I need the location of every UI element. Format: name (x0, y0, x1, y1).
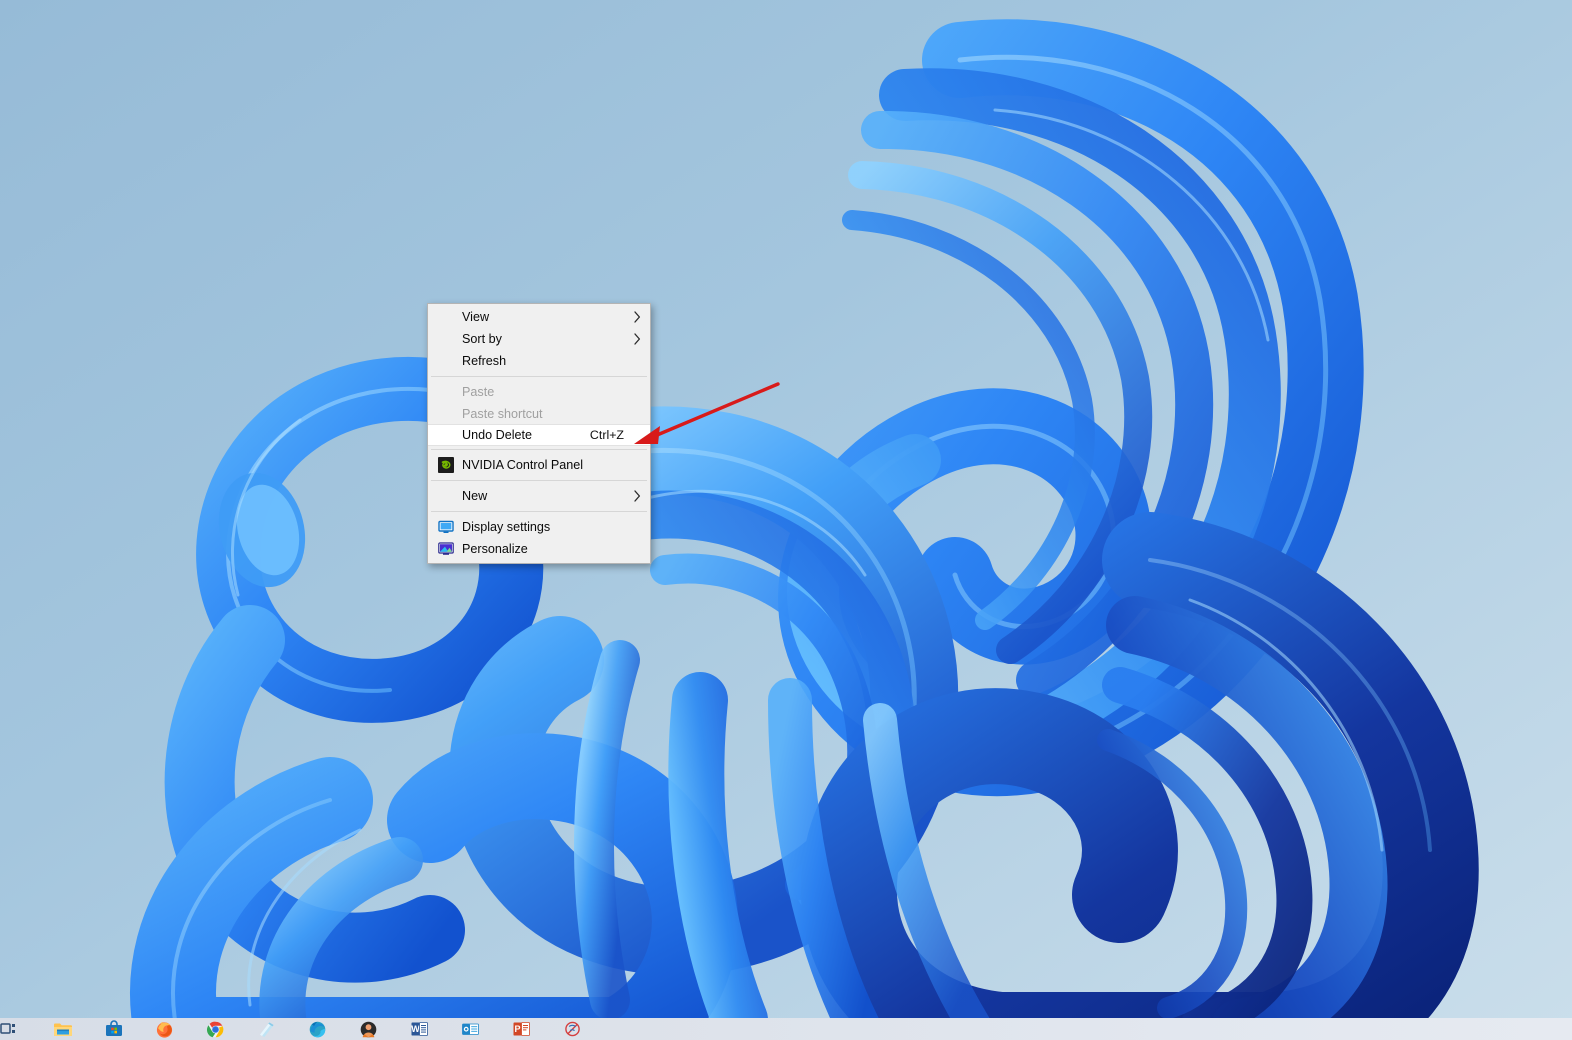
menu-item-sort-by[interactable]: Sort by (428, 328, 650, 350)
taskbar-snipping-tool-icon[interactable] (562, 1019, 583, 1039)
menu-item-label: Sort by (462, 332, 502, 346)
svg-text:P: P (514, 1024, 520, 1034)
menu-item-label: Refresh (462, 354, 507, 368)
taskbar-edge-icon[interactable] (307, 1019, 328, 1039)
menu-item-label: Undo Delete (462, 428, 533, 442)
nvidia-icon (438, 457, 454, 473)
menu-item-view[interactable]: View (428, 306, 650, 328)
menu-separator (431, 449, 647, 450)
taskbar-word-icon[interactable]: W (409, 1019, 430, 1039)
taskbar-powerpoint-icon[interactable]: P (511, 1019, 532, 1039)
taskbar-task-view-icon[interactable] (0, 1019, 18, 1039)
menu-item-refresh[interactable]: Refresh (428, 350, 650, 372)
taskbar-chrome-icon[interactable] (205, 1019, 226, 1039)
taskbar-outlook-icon[interactable] (460, 1019, 481, 1039)
personalize-icon (438, 541, 454, 557)
chevron-right-icon (633, 490, 641, 502)
menu-item-label: Paste (462, 385, 495, 399)
taskbar-notepad-icon[interactable] (256, 1019, 277, 1039)
display-settings-icon (438, 519, 454, 535)
menu-item-label: Display settings (462, 520, 551, 534)
taskbar-skype-icon[interactable] (358, 1019, 379, 1039)
taskbar-file-explorer-icon[interactable] (52, 1019, 73, 1039)
menu-item-label: New (462, 489, 488, 503)
chevron-right-icon (633, 311, 641, 323)
windows-taskbar[interactable]: WP (0, 1018, 1572, 1040)
menu-item-label: Paste shortcut (462, 407, 543, 421)
menu-separator (431, 376, 647, 377)
menu-separator (431, 511, 647, 512)
menu-separator (431, 480, 647, 481)
desktop-context-menu[interactable]: View Sort by Refresh Paste Paste shortcut Und… (427, 303, 651, 564)
menu-item-new[interactable]: New (428, 485, 650, 507)
svg-text:W: W (411, 1024, 420, 1034)
menu-item-undo-delete[interactable]: Undo Delete Ctrl+Z (428, 424, 650, 446)
menu-item-label: Personalize (462, 542, 528, 556)
taskbar-firefox-icon[interactable] (154, 1019, 175, 1039)
menu-item-paste: Paste (428, 381, 650, 403)
menu-item-paste-shortcut: Paste shortcut (428, 403, 650, 425)
desktop[interactable]: View Sort by Refresh Paste Paste shortcut Und… (0, 0, 1572, 1040)
menu-item-personalize[interactable]: Personalize (428, 538, 650, 560)
menu-item-nvidia-control-panel[interactable]: NVIDIA Control Panel (428, 454, 650, 476)
chevron-right-icon (633, 333, 641, 345)
menu-item-display-settings[interactable]: Display settings (428, 516, 650, 538)
desktop-wallpaper (0, 0, 1572, 1040)
taskbar-microsoft-store-icon[interactable] (103, 1019, 124, 1039)
menu-item-shortcut: Ctrl+Z (589, 428, 624, 442)
menu-item-label: View (462, 310, 490, 324)
menu-item-label: NVIDIA Control Panel (462, 458, 584, 472)
